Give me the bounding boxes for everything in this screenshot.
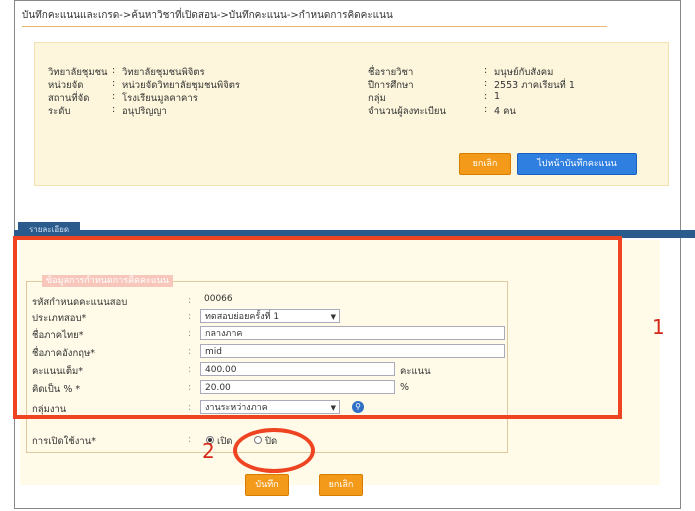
info-sep: :	[484, 91, 488, 102]
cancel-button[interactable]: ยกเลิก	[319, 474, 363, 496]
status-on-label: เปิด	[217, 436, 233, 447]
students-label: จำนวนผู้ลงทะเบียน	[368, 106, 446, 117]
students-value: 4 คน	[494, 106, 516, 117]
form-sep: :	[188, 434, 192, 445]
info-sep: :	[484, 78, 488, 89]
info-sep: :	[484, 104, 488, 115]
year-value: 2553 ภาคเรียนที่ 1	[494, 80, 575, 91]
info-sep: :	[484, 65, 488, 76]
breadcrumb-divider	[22, 26, 607, 27]
level-label: ระดับ	[48, 106, 71, 117]
annotation-number-2: 2	[202, 439, 215, 463]
status-label: การเปิดใช้งาน*	[32, 436, 96, 447]
save-button[interactable]: บันทึก	[245, 474, 289, 496]
info-sep: :	[112, 104, 116, 115]
go-score-page-button[interactable]: ไปหน้าบันทึกคะแนน	[517, 153, 637, 175]
info-sep: :	[112, 91, 116, 102]
info-sep: :	[112, 78, 116, 89]
breadcrumb: บันทึกคะแนนและเกรด->ค้นหาวิชาที่เปิดสอน-…	[22, 10, 393, 21]
annotation-number-1: 1	[652, 315, 665, 339]
info-sep: :	[112, 65, 116, 76]
cancel-top-button[interactable]: ยกเลิก	[459, 153, 511, 175]
group-value: 1	[494, 91, 501, 102]
annotation-box-1	[13, 236, 622, 419]
level-value: อนุปริญญา	[122, 106, 167, 117]
annotation-circle-2	[233, 428, 315, 473]
